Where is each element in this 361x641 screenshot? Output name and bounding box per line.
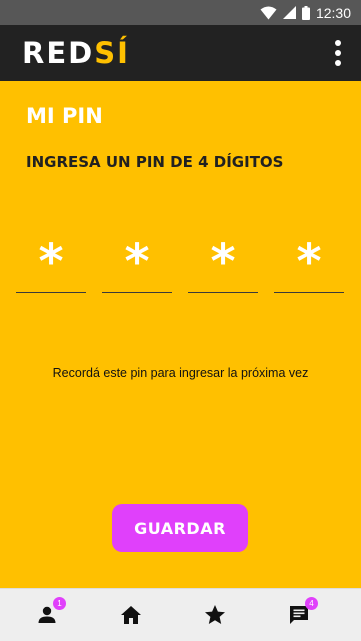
pin-digit-4[interactable]: * (274, 232, 344, 293)
nav-home[interactable] (119, 603, 143, 627)
pin-hint-text: Recordá este pin para ingresar la próxim… (52, 366, 309, 380)
logo-text-red: RED (22, 35, 95, 70)
app-logo: REDSÍ (22, 35, 130, 70)
pin-digit-underline (16, 292, 86, 293)
nav-messages[interactable]: 4 (287, 597, 318, 627)
star-icon (205, 605, 225, 624)
save-button[interactable]: GUARDAR (112, 504, 248, 552)
wifi-icon (260, 6, 277, 19)
status-time: 12:30 (315, 4, 351, 21)
pin-digit-underline (274, 292, 344, 293)
bottom-nav: 1 4 (0, 588, 361, 641)
pin-digit-underline (102, 292, 172, 293)
pin-digit-2[interactable]: * (102, 232, 172, 293)
signal-icon (282, 6, 296, 19)
pin-digit-value: * (210, 234, 236, 290)
notification-badge: 4 (305, 597, 318, 610)
nav-favorites[interactable] (203, 603, 227, 627)
pin-digit-1[interactable]: * (16, 232, 86, 293)
pin-digit-value: * (124, 234, 150, 290)
pin-digit-value: * (296, 234, 322, 290)
page-subtitle: INGRESA UN PIN DE 4 DÍGITOS (26, 153, 284, 171)
more-vert-icon[interactable] (326, 38, 350, 68)
app-bar: REDSÍ (0, 25, 361, 81)
nav-profile[interactable]: 1 (35, 597, 66, 627)
page-title: MI PIN (26, 104, 103, 128)
logo-text-si: SÍ (94, 35, 130, 70)
status-bar: 12:30 (0, 0, 361, 25)
pin-digit-value: * (38, 234, 64, 290)
home-icon (121, 606, 141, 624)
notification-badge: 1 (53, 597, 66, 610)
battery-icon (301, 5, 310, 20)
pin-digit-underline (188, 292, 258, 293)
pin-digit-3[interactable]: * (188, 232, 258, 293)
